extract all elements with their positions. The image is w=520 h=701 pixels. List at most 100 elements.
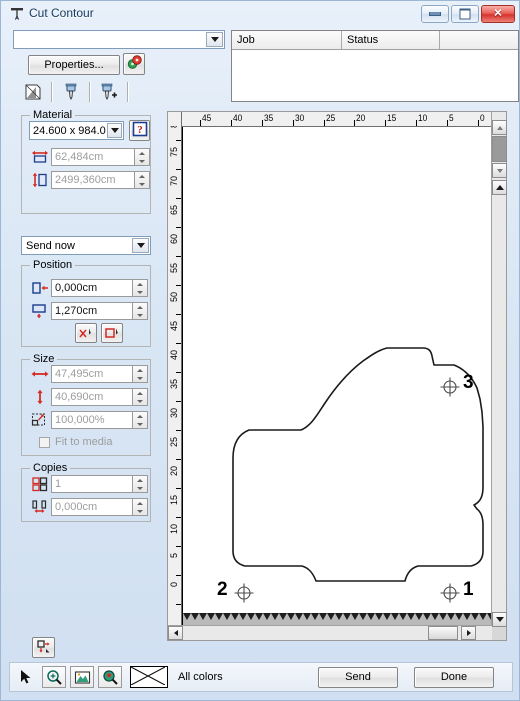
hscroll-thumb[interactable] (428, 626, 458, 640)
maximize-button[interactable] (451, 5, 479, 23)
all-colors-swatch-icon[interactable] (130, 666, 168, 688)
position-buttons (75, 323, 123, 343)
settings-gear-button[interactable] (123, 53, 145, 75)
ruler-label: 0 (169, 582, 179, 588)
cut-job-icon[interactable] (58, 80, 84, 104)
size-height-field[interactable]: 40,690cm (51, 388, 133, 406)
ruler-label: 50 (169, 292, 179, 303)
media-length-icon (29, 171, 51, 189)
material-help-icon: ? (132, 121, 148, 140)
cut-sheet-icon[interactable] (20, 80, 46, 104)
size-scale-icon (29, 411, 51, 429)
chevron-down-icon[interactable] (107, 123, 122, 138)
job-list-header: Job Status (232, 31, 518, 50)
scroll-page-down-button[interactable] (492, 612, 507, 627)
registration-label-2: 2 (217, 579, 228, 600)
send-mode-value: Send now (26, 239, 75, 252)
material-help-button[interactable]: ? (129, 120, 150, 141)
size-legend: Size (33, 353, 55, 365)
registration-mark-3 (439, 376, 461, 398)
select-arrow-icon[interactable] (14, 666, 38, 688)
material-length-row: 2499,360cm (29, 171, 150, 189)
position-x-stepper[interactable] (133, 279, 148, 297)
material-length-stepper[interactable] (135, 171, 150, 189)
media-width-icon (29, 148, 51, 166)
ruler-tick (230, 120, 232, 126)
material-width-stepper[interactable] (135, 148, 150, 166)
chevron-down-icon[interactable] (206, 32, 223, 47)
done-button[interactable]: Done (414, 666, 494, 688)
fit-to-media-row[interactable]: Fit to media (39, 436, 112, 448)
position-y-stepper[interactable] (133, 302, 148, 320)
ruler-tick (261, 120, 263, 126)
fit-to-media-checkbox[interactable] (39, 436, 50, 448)
fit-to-media-label: Fit to media (55, 436, 113, 448)
size-height-stepper[interactable] (133, 388, 148, 406)
copies-count-field[interactable]: 1 (51, 475, 133, 493)
chevron-down-icon[interactable] (132, 238, 149, 253)
material-legend: Material (33, 109, 73, 121)
status-column-header[interactable]: Status (342, 31, 440, 49)
job-column-header[interactable]: Job (232, 31, 342, 49)
scroll-up-button[interactable] (492, 120, 507, 135)
set-origin-button[interactable] (101, 323, 123, 343)
ruler-label: 55 (169, 263, 179, 274)
scroll-thumb[interactable] (492, 136, 507, 162)
anchor-position-button[interactable] (32, 637, 55, 658)
position-legend: Position (33, 259, 73, 271)
scroll-right-button[interactable] (461, 626, 476, 640)
size-scale-stepper[interactable] (133, 411, 148, 429)
canvas-area[interactable]: 454035302520151050 807570656055504540353… (167, 111, 507, 641)
bottom-toolbar: All colors Send Done (9, 662, 513, 692)
size-width-row: 47,495cm (29, 365, 148, 383)
device-combo[interactable] (13, 30, 225, 49)
size-width-stepper[interactable] (133, 365, 148, 383)
position-y-icon (29, 302, 51, 320)
scroll-page-up-button[interactable] (492, 180, 507, 195)
size-scale-row: 100,000% (29, 411, 148, 429)
material-preset-combo[interactable]: 24.600 x 984.0 (29, 121, 124, 140)
scroll-down-button[interactable] (492, 163, 507, 178)
ruler-tick (478, 120, 479, 126)
clear-origin-button[interactable] (75, 323, 97, 343)
ruler-label: 35 (263, 113, 273, 123)
ruler-label: 20 (356, 113, 366, 123)
anchor-position-icon (35, 638, 52, 657)
add-cut-job-icon[interactable] (96, 80, 122, 104)
material-length-field[interactable]: 2499,360cm (51, 171, 135, 189)
ruler-tick (447, 120, 449, 126)
position-y-field[interactable]: 1,270cm (51, 302, 133, 320)
design-sheet[interactable]: 2 1 3 (182, 127, 493, 626)
send-mode-combo[interactable]: Send now (21, 236, 151, 255)
position-x-field[interactable]: 0,000cm (51, 279, 133, 297)
size-scale-field[interactable]: 100,000% (51, 411, 133, 429)
copies-spacing-stepper[interactable] (133, 498, 148, 516)
copies-count-stepper[interactable] (133, 475, 148, 493)
ruler-label: 35 (169, 379, 179, 390)
cut-contour-window: Cut Contour ✕ Properties... Job Status M… (0, 0, 520, 701)
size-width-field[interactable]: 47,495cm (51, 365, 133, 383)
send-button[interactable]: Send (318, 666, 398, 688)
zoom-in-icon[interactable] (42, 666, 66, 688)
job-list[interactable]: Job Status (231, 30, 519, 102)
extra-column-header[interactable] (440, 31, 518, 49)
registration-mark-2 (233, 582, 255, 604)
copies-spacing-field[interactable]: 0,000cm (51, 498, 133, 516)
fit-view-icon[interactable] (70, 666, 94, 688)
canvas-vscrollbar[interactable] (491, 112, 507, 627)
copies-count-icon (29, 475, 51, 493)
window-title: Cut Contour (29, 6, 94, 20)
zoom-region-icon[interactable] (98, 666, 122, 688)
ruler-label: 10 (169, 524, 179, 535)
canvas-hscrollbar[interactable] (168, 625, 492, 640)
position-x-row: 0,000cm (29, 279, 148, 297)
properties-button[interactable]: Properties... (28, 55, 120, 75)
material-width-field[interactable]: 62,484cm (51, 148, 135, 166)
ruler-label: 15 (169, 495, 179, 506)
minimize-button[interactable] (421, 5, 449, 23)
window-controls: ✕ (421, 5, 515, 23)
all-colors-label: All colors (178, 671, 223, 683)
scroll-left-button[interactable] (168, 626, 183, 640)
registration-label-1: 1 (463, 579, 474, 600)
close-button[interactable]: ✕ (481, 5, 515, 23)
